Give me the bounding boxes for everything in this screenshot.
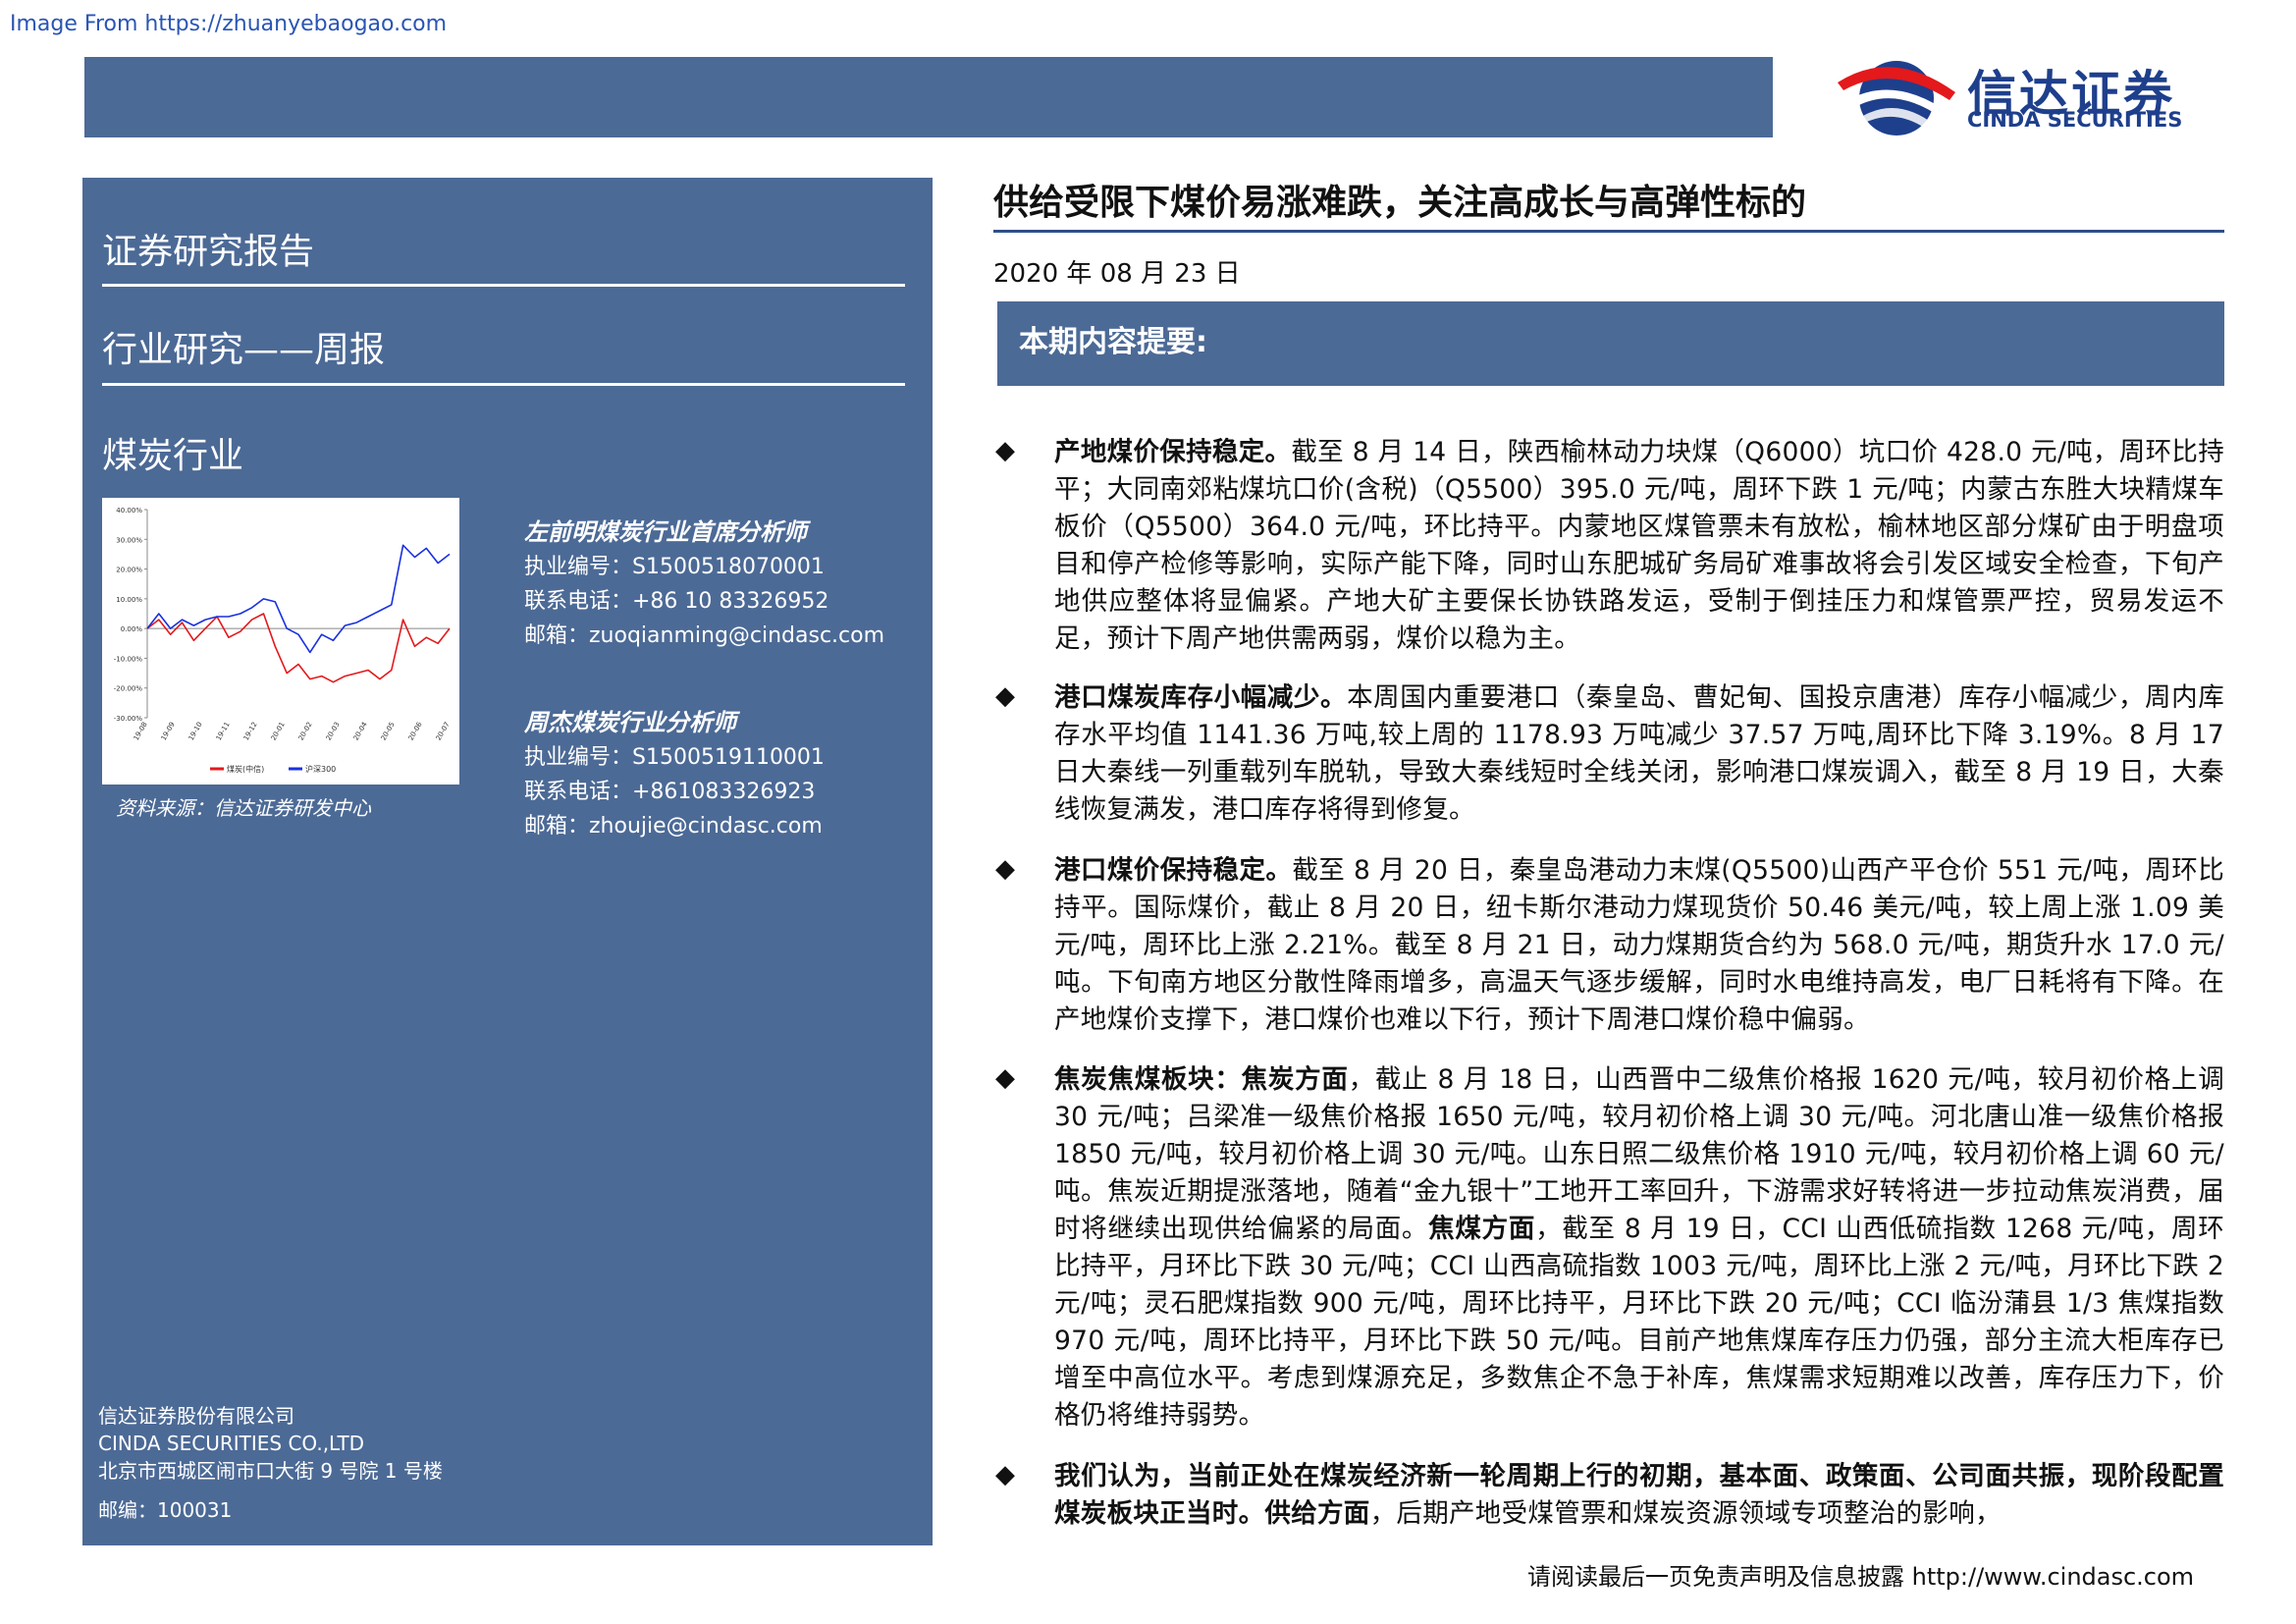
analyst-card: 左前明煤炭行业首席分析师 执业编号：S1500518070001 联系电话：+8… bbox=[524, 515, 884, 653]
sidebar-divider bbox=[102, 383, 905, 386]
y-tick-label: 10.00% bbox=[116, 596, 142, 604]
y-tick-label: -10.00% bbox=[114, 655, 143, 663]
company-postal: 邮编：100031 bbox=[98, 1498, 233, 1522]
summary-bullet: ◆ 焦炭焦煤板块：焦炭方面，截止 8 月 18 日，山西晋中二级焦价格报 162… bbox=[995, 1061, 2224, 1435]
x-tick-label: 19-12 bbox=[242, 721, 259, 742]
y-tick-label: -30.00% bbox=[114, 715, 143, 723]
x-tick-label: 20-02 bbox=[297, 721, 314, 742]
cinda-logo-icon bbox=[1838, 61, 1955, 135]
analyst-name: 左前明煤炭行业首席分析师 bbox=[524, 518, 807, 546]
report-date: 2020 年 08 月 23 日 bbox=[993, 259, 1241, 289]
bullet-text: 港口煤炭库存小幅减少。本周国内重要港口（秦皇岛、曹妃甸、国投京唐港）库存小幅减少… bbox=[1054, 682, 2224, 825]
x-tick-label: 19-10 bbox=[187, 721, 204, 742]
sidebar: 证券研究报告 行业研究——周报 煤炭行业 40.00% 30.00% 20.00% 1… bbox=[82, 178, 933, 1545]
chart-source: 资料来源：信达证券研发中心 bbox=[116, 796, 371, 820]
bullet-text: 产地煤价保持稳定。截至 8 月 14 日，陕西榆林动力块煤（Q6000）坑口价 … bbox=[1054, 437, 2224, 654]
y-tick-label: -20.00% bbox=[114, 685, 143, 693]
analyst-cert: 执业编号：S1500518070001 bbox=[524, 555, 825, 579]
x-tick-label: 20-05 bbox=[380, 721, 397, 742]
source-url[interactable]: Image From https://zhuanyebaogao.com bbox=[10, 12, 447, 36]
footer-disclaimer[interactable]: 请阅读最后一页免责声明及信息披露 http://www.cindasc.com bbox=[1527, 1557, 2194, 1592]
x-tick-label: 20-03 bbox=[325, 721, 342, 742]
cinda-logo: 信达证券 CINDA SECURITIES bbox=[1834, 51, 2246, 141]
legend-label: 沪深300 bbox=[305, 764, 336, 774]
summary-bullet: ◆ 港口煤炭库存小幅减少。本周国内重要港口（秦皇岛、曹妃甸、国投京唐港）库存小幅… bbox=[995, 679, 2224, 829]
series-line bbox=[146, 613, 451, 683]
bullet-text: 焦炭焦煤板块：焦炭方面，截止 8 月 18 日，山西晋中二级焦价格报 1620 … bbox=[1054, 1064, 2224, 1431]
analyst-email[interactable]: 邮箱：zhoujie@cindasc.com bbox=[524, 809, 825, 843]
company-info: 信达证券股份有限公司 CINDA SECURITIES CO.,LTD 北京市西… bbox=[98, 1402, 443, 1524]
x-tick-label: 19-08 bbox=[133, 721, 149, 742]
legend-label: 煤炭(中信) bbox=[227, 764, 264, 774]
sidebar-divider bbox=[102, 284, 905, 287]
performance-chart-svg: 40.00% 30.00% 20.00% 10.00% 0.00% -10.00% -20.… bbox=[114, 507, 452, 774]
company-address: 北京市西城区闹市口大街 9 号院 1 号楼 bbox=[98, 1459, 443, 1483]
x-tick-label: 20-01 bbox=[270, 721, 287, 742]
x-tick-label: 20-04 bbox=[352, 721, 369, 742]
bullet-text: 我们认为，当前正处在煤炭经济新一轮周期上行的初期，基本面、政策面、公司面共振，现… bbox=[1054, 1461, 2224, 1529]
diamond-bullet-icon: ◆ bbox=[995, 681, 1015, 711]
summary-label: 本期内容提要: bbox=[1019, 325, 1207, 359]
diamond-bullet-icon: ◆ bbox=[995, 436, 1015, 465]
analyst-email[interactable]: 邮箱：zuoqianming@cindasc.com bbox=[524, 619, 884, 653]
y-tick-label: 0.00% bbox=[121, 625, 143, 633]
analyst-cert: 执业编号：S1500519110001 bbox=[524, 745, 825, 770]
y-tick-label: 30.00% bbox=[116, 536, 142, 544]
x-tick-label: 19-11 bbox=[215, 721, 232, 742]
y-tick-label: 40.00% bbox=[116, 507, 142, 514]
diamond-bullet-icon: ◆ bbox=[995, 854, 1015, 884]
x-tick-label: 20-06 bbox=[407, 721, 424, 742]
y-tick-label: 20.00% bbox=[116, 567, 142, 574]
summary-bullet: ◆ 港口煤价保持稳定。截至 8 月 20 日，秦皇岛港动力末煤(Q5500)山西… bbox=[995, 852, 2224, 1039]
x-tick-label: 19-09 bbox=[160, 721, 177, 742]
report-type: 证券研究报告 bbox=[102, 232, 315, 272]
summary-bullet: ◆ 我们认为，当前正处在煤炭经济新一轮周期上行的初期，基本面、政策面、公司面共振… bbox=[995, 1458, 2224, 1533]
diamond-bullet-icon: ◆ bbox=[995, 1063, 1015, 1093]
series-line bbox=[146, 544, 451, 654]
x-tick-label: 20-07 bbox=[435, 721, 452, 742]
summary-bullet: ◆ 产地煤价保持稳定。截至 8 月 14 日，陕西榆林动力块煤（Q6000）坑口… bbox=[995, 434, 2224, 658]
title-divider bbox=[993, 230, 2224, 233]
report-category: 行业研究——周报 bbox=[102, 330, 386, 370]
analyst-card: 周杰煤炭行业分析师 执业编号：S1500519110001 联系电话：+8610… bbox=[524, 706, 825, 843]
bullet-text: 港口煤价保持稳定。截至 8 月 20 日，秦皇岛港动力末煤(Q5500)山西产平… bbox=[1054, 855, 2224, 1035]
top-banner bbox=[84, 57, 1773, 137]
logo-english-name: CINDA SECURITIES bbox=[1967, 108, 2183, 132]
analyst-phone: 联系电话：+861083326923 bbox=[524, 780, 816, 804]
performance-chart: 40.00% 30.00% 20.00% 10.00% 0.00% -10.00% -20.… bbox=[102, 498, 459, 785]
diamond-bullet-icon: ◆ bbox=[995, 1460, 1015, 1489]
summary-header: 本期内容提要: bbox=[997, 301, 2224, 386]
analyst-name: 周杰煤炭行业分析师 bbox=[524, 709, 736, 736]
company-en-name: CINDA SECURITIES CO.,LTD bbox=[98, 1432, 365, 1455]
analyst-phone: 联系电话：+86 10 83326952 bbox=[524, 589, 829, 614]
report-title: 供给受限下煤价易涨难跌，关注高成长与高弹性标的 bbox=[993, 183, 1807, 223]
industry-name: 煤炭行业 bbox=[102, 436, 244, 476]
company-cn-name: 信达证券股份有限公司 bbox=[98, 1404, 294, 1428]
